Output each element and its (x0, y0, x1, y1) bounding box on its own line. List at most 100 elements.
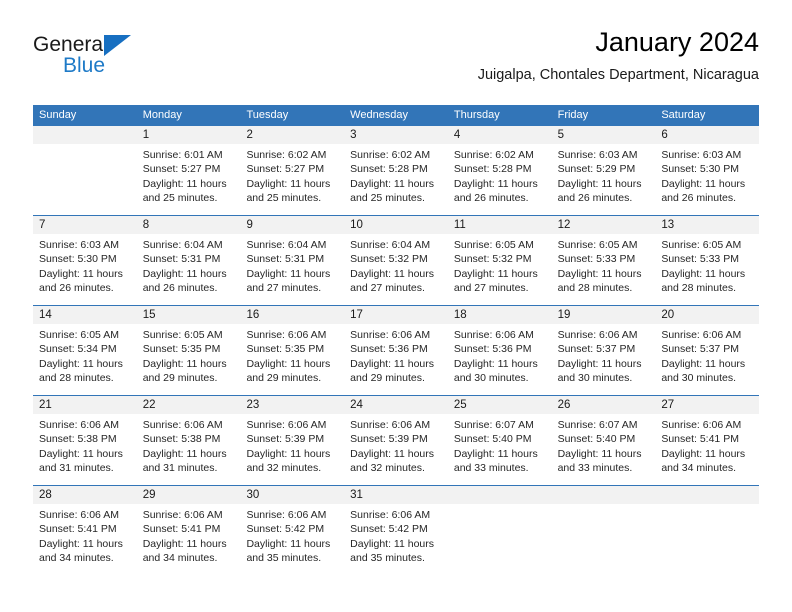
day-cell[interactable]: 6 Sunrise: 6:03 AM Sunset: 5:30 PM Daylight… (655, 126, 760, 215)
sunset-text: Sunset: 5:36 PM (350, 343, 428, 356)
sunset-text: Sunset: 5:27 PM (142, 163, 221, 176)
sunrise-text: Sunrise: 6:01 AM (142, 149, 223, 161)
day-sun-info: Sunrise: 6:05 AM Sunset: 5:33 PM Daylight:… (655, 234, 759, 296)
day-sun-info: Sunrise: 6:06 AM Sunset: 5:41 PM Daylight:… (137, 504, 241, 566)
day-number: 2 (240, 126, 345, 144)
day-number: 6 (655, 126, 760, 144)
day-number: 23 (240, 396, 345, 414)
day-cell[interactable]: 5 Sunrise: 6:03 AM Sunset: 5:29 PM Daylight… (551, 126, 656, 215)
day-sun-info: Sunrise: 6:05 AM Sunset: 5:35 PM Daylight:… (137, 324, 241, 386)
day-cell[interactable]: 19 Sunrise: 6:06 AM Sunset: 5:37 PM Dayligh… (551, 306, 656, 395)
sunrise-text: Sunrise: 6:06 AM (246, 509, 327, 521)
day-cell[interactable]: 10 Sunrise: 6:04 AM Sunset: 5:32 PM Dayligh… (344, 216, 448, 305)
day-cell[interactable]: 9 Sunrise: 6:04 AM Sunset: 5:31 PM Daylight… (240, 216, 345, 305)
day-sun-info: Sunrise: 6:06 AM Sunset: 5:41 PM Daylight:… (33, 504, 137, 566)
sunrise-text: Sunrise: 6:03 AM (661, 149, 742, 161)
day-number: 4 (447, 126, 552, 144)
sunrise-text: Sunrise: 6:06 AM (142, 509, 223, 521)
sunset-text: Sunset: 5:41 PM (142, 523, 221, 536)
blue-triangle-icon (104, 35, 131, 56)
day-cell[interactable]: 3 Sunrise: 6:02 AM Sunset: 5:28 PM Daylight… (344, 126, 448, 215)
day-cell[interactable]: 21 Sunrise: 6:06 AM Sunset: 5:38 PM Dayligh… (33, 396, 137, 485)
day-number (33, 126, 137, 144)
day-number: 3 (344, 126, 448, 144)
day-sun-info: Sunrise: 6:04 AM Sunset: 5:31 PM Daylight:… (137, 234, 241, 296)
day-cell[interactable]: 2 Sunrise: 6:02 AM Sunset: 5:27 PM Daylight… (240, 126, 345, 215)
sunrise-text: Sunrise: 6:06 AM (246, 419, 327, 431)
daylight-text-line2: and 30 minutes. (661, 372, 737, 385)
daylight-text-line1: Daylight: 11 hours (39, 447, 123, 460)
day-sun-info: Sunrise: 6:06 AM Sunset: 5:35 PM Daylight:… (240, 324, 344, 386)
daylight-text-line2: and 30 minutes. (557, 372, 633, 385)
day-number: 24 (344, 396, 448, 414)
daylight-text-line1: Daylight: 11 hours (246, 357, 331, 370)
day-cell[interactable]: 26 Sunrise: 6:07 AM Sunset: 5:40 PM Dayligh… (551, 396, 656, 485)
daylight-text-line1: Daylight: 11 hours (39, 357, 123, 370)
day-cell[interactable]: 29 Sunrise: 6:06 AM Sunset: 5:41 PM Dayligh… (136, 486, 241, 575)
daylight-text-line1: Daylight: 11 hours (246, 177, 331, 190)
day-cell[interactable]: 14 Sunrise: 6:05 AM Sunset: 5:34 PM Dayligh… (33, 306, 137, 395)
calendar-week-inner: 7 Sunrise: 6:03 AM Sunset: 5:30 PM Daylight… (33, 216, 760, 305)
day-number: 13 (655, 216, 760, 234)
day-sun-info: Sunrise: 6:03 AM Sunset: 5:30 PM Daylight:… (655, 144, 759, 206)
day-cell[interactable]: 13 Sunrise: 6:05 AM Sunset: 5:33 PM Dayligh… (655, 216, 760, 305)
sunset-text: Sunset: 5:42 PM (246, 523, 325, 536)
daylight-text-line2: and 33 minutes. (557, 462, 633, 475)
daylight-text-line2: and 26 minutes. (661, 192, 737, 205)
day-cell[interactable]: 31 Sunrise: 6:06 AM Sunset: 5:42 PM Dayligh… (344, 486, 448, 575)
daylight-text-line2: and 26 minutes. (557, 192, 633, 205)
day-cell[interactable]: 23 Sunrise: 6:06 AM Sunset: 5:39 PM Dayligh… (240, 396, 345, 485)
day-cell[interactable]: 18 Sunrise: 6:06 AM Sunset: 5:36 PM Dayligh… (447, 306, 552, 395)
sunset-text: Sunset: 5:40 PM (557, 433, 636, 446)
day-cell[interactable]: 22 Sunrise: 6:06 AM Sunset: 5:38 PM Dayligh… (136, 396, 241, 485)
sunrise-text: Sunrise: 6:06 AM (39, 509, 119, 521)
daylight-text-line2: and 27 minutes. (453, 282, 529, 295)
day-cell[interactable]: 11 Sunrise: 6:05 AM Sunset: 5:32 PM Dayligh… (447, 216, 552, 305)
sunset-text: Sunset: 5:27 PM (246, 163, 325, 176)
day-cell[interactable]: 8 Sunrise: 6:04 AM Sunset: 5:31 PM Daylight… (136, 216, 241, 305)
day-number: 30 (240, 486, 345, 504)
day-number: 25 (447, 396, 552, 414)
day-cell[interactable]: 30 Sunrise: 6:06 AM Sunset: 5:42 PM Dayligh… (240, 486, 345, 575)
day-cell[interactable]: 20 Sunrise: 6:06 AM Sunset: 5:37 PM Dayligh… (655, 306, 760, 395)
daylight-text-line1: Daylight: 11 hours (453, 447, 538, 460)
day-cell[interactable]: 12 Sunrise: 6:05 AM Sunset: 5:33 PM Dayligh… (551, 216, 656, 305)
sunrise-text: Sunrise: 6:06 AM (350, 329, 431, 341)
daylight-text-line2: and 31 minutes. (39, 462, 114, 475)
day-sun-info: Sunrise: 6:06 AM Sunset: 5:42 PM Daylight:… (344, 504, 448, 566)
day-cell[interactable]: 24 Sunrise: 6:06 AM Sunset: 5:39 PM Dayligh… (344, 396, 448, 485)
daylight-text-line2: and 25 minutes. (350, 192, 425, 205)
sunset-text: Sunset: 5:34 PM (39, 343, 117, 356)
generalblue-logo[interactable]: General Blue (33, 34, 253, 90)
day-sun-info: Sunrise: 6:06 AM Sunset: 5:37 PM Daylight:… (655, 324, 759, 386)
day-number: 31 (344, 486, 448, 504)
day-sun-info: Sunrise: 6:03 AM Sunset: 5:30 PM Daylight:… (33, 234, 137, 296)
day-number (447, 486, 552, 504)
sunset-text: Sunset: 5:31 PM (142, 253, 221, 266)
day-cell[interactable]: 17 Sunrise: 6:06 AM Sunset: 5:36 PM Dayligh… (344, 306, 448, 395)
daylight-text-line2: and 28 minutes. (39, 372, 114, 385)
day-cell[interactable]: 25 Sunrise: 6:07 AM Sunset: 5:40 PM Dayligh… (447, 396, 552, 485)
sunset-text: Sunset: 5:30 PM (661, 163, 739, 176)
sunset-text: Sunset: 5:29 PM (557, 163, 636, 176)
weekday-header-saturday: Saturday (661, 109, 706, 121)
sunrise-text: Sunrise: 6:06 AM (142, 419, 223, 431)
day-number (655, 486, 760, 504)
day-cell[interactable]: 28 Sunrise: 6:06 AM Sunset: 5:41 PM Dayligh… (33, 486, 137, 575)
day-cell[interactable]: 16 Sunrise: 6:06 AM Sunset: 5:35 PM Dayligh… (240, 306, 345, 395)
day-sun-info: Sunrise: 6:02 AM Sunset: 5:28 PM Daylight:… (344, 144, 448, 206)
daylight-text-line2: and 34 minutes. (39, 552, 114, 565)
daylight-text-line2: and 26 minutes. (39, 282, 114, 295)
daylight-text-line2: and 35 minutes. (246, 552, 322, 565)
weekday-header-wednesday: Wednesday (350, 109, 409, 121)
daylight-text-line2: and 27 minutes. (350, 282, 425, 295)
day-number: 19 (551, 306, 656, 324)
day-cell[interactable]: 1 Sunrise: 6:01 AM Sunset: 5:27 PM Daylight… (136, 126, 241, 215)
day-number: 9 (240, 216, 345, 234)
daylight-text-line2: and 34 minutes. (661, 462, 737, 475)
calendar-grid: Sunday Monday Tuesday Wednesday Thursday… (33, 105, 760, 575)
day-cell[interactable]: 15 Sunrise: 6:05 AM Sunset: 5:35 PM Dayligh… (136, 306, 241, 395)
day-cell[interactable]: 7 Sunrise: 6:03 AM Sunset: 5:30 PM Daylight… (33, 216, 137, 305)
day-cell[interactable]: 4 Sunrise: 6:02 AM Sunset: 5:28 PM Daylight… (447, 126, 552, 215)
day-cell[interactable]: 27 Sunrise: 6:06 AM Sunset: 5:41 PM Dayligh… (655, 396, 760, 485)
